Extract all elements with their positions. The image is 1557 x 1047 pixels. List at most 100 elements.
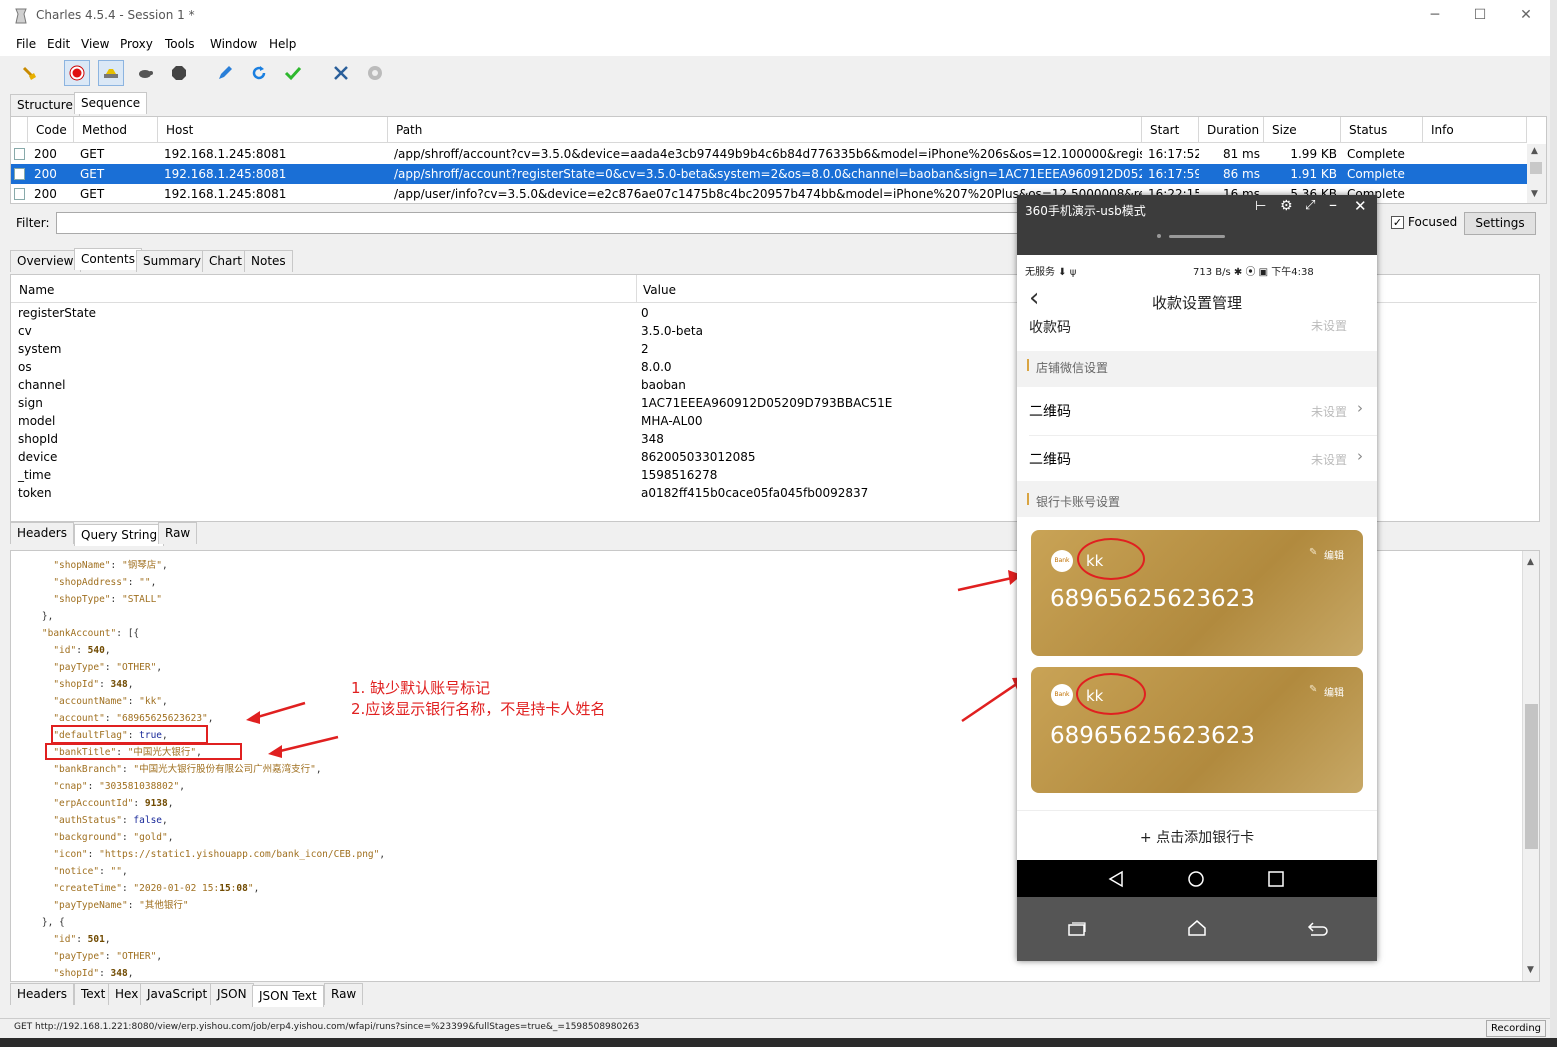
section-wechat-title: 店铺微信设置	[1036, 361, 1109, 375]
menu-window[interactable]: Window	[210, 37, 257, 51]
bank-card-1[interactable]: Bank kk ✎ 编辑 68965625623623	[1031, 530, 1363, 656]
col-duration[interactable]: Duration	[1199, 117, 1264, 143]
menu-file[interactable]: File	[16, 37, 36, 51]
stop-icon[interactable]	[166, 60, 192, 86]
tab-json[interactable]: JSON	[210, 983, 254, 1005]
menu-edit[interactable]: Edit	[47, 37, 70, 51]
toolbar	[10, 56, 1547, 90]
qr-row-1-label[interactable]: 二维码	[1029, 401, 1071, 421]
tab-javascript[interactable]: JavaScript	[140, 983, 215, 1005]
tab-text[interactable]: Text	[74, 983, 113, 1005]
tools-icon[interactable]	[328, 60, 354, 86]
json-scrollbar[interactable]: ▲ ▼	[1522, 551, 1539, 981]
focused-checkbox[interactable]: ✓	[1391, 216, 1404, 229]
col-code[interactable]: Code	[28, 117, 74, 143]
tab-headers[interactable]: Headers	[10, 522, 74, 544]
highlight-bank-title	[45, 743, 242, 760]
phone-settings-icon[interactable]: ⚙	[1280, 198, 1293, 214]
tab-contents[interactable]: Contents	[74, 248, 142, 270]
tab-resp-headers[interactable]: Headers	[10, 983, 74, 1005]
col-path[interactable]: Path	[388, 117, 1142, 143]
edit-card-button[interactable]: 编辑	[1324, 547, 1344, 562]
tab-overview[interactable]: Overview	[10, 250, 81, 272]
qr-row-2-value: 未设置	[1311, 453, 1348, 467]
request-table: Code Method Host Path Start Duration Siz…	[10, 116, 1547, 204]
broom-icon[interactable]	[16, 60, 42, 86]
record-icon[interactable]	[64, 60, 90, 86]
param-name: _time	[18, 468, 52, 482]
bank-card-2[interactable]: Bank kk ✎ 编辑 68965625623623	[1031, 667, 1363, 793]
tab-sequence[interactable]: Sequence	[74, 92, 148, 114]
phone-minimize-icon[interactable]: –	[1329, 195, 1337, 214]
window-title: Charles 4.5.4 - Session 1 *	[36, 8, 195, 22]
android-nav-bar	[1017, 860, 1377, 897]
table-row-selected[interactable]: 200 GET 192.168.1.245:8081 /app/shroff/a…	[11, 164, 1527, 184]
col-start[interactable]: Start	[1142, 117, 1199, 143]
tab-query-string[interactable]: Query String	[74, 524, 165, 546]
tab-notes[interactable]: Notes	[244, 250, 293, 272]
title-bar: Charles 4.5.4 - Session 1 * ─ ☐ ✕	[0, 0, 1557, 32]
col-method[interactable]: Method	[74, 117, 158, 143]
json-line: "accountName": "kk",	[53, 696, 168, 707]
tab-summary[interactable]: Summary	[136, 250, 208, 272]
col-name[interactable]: Name	[11, 275, 637, 303]
pen-icon[interactable]	[212, 60, 238, 86]
drag-handle[interactable]	[1169, 235, 1225, 238]
param-value: 1AC71EEEA960912D05209D793BBAC51E	[641, 396, 893, 410]
recording-indicator[interactable]: Recording	[1486, 1020, 1546, 1037]
android-back-icon[interactable]	[1107, 870, 1125, 888]
json-line: "cnap": "303581038802",	[53, 781, 185, 792]
turtle-icon[interactable]	[132, 60, 158, 86]
edit-icon[interactable]: ✎	[1309, 547, 1317, 558]
android-home-icon[interactable]	[1187, 870, 1205, 888]
tab-raw[interactable]: Raw	[158, 522, 198, 544]
minimize-button[interactable]: ─	[1424, 6, 1446, 24]
json-line: "id": 501,	[53, 934, 111, 945]
col-info[interactable]: Info	[1423, 117, 1527, 143]
pin-icon[interactable]: ⊢	[1255, 199, 1266, 214]
taskbar-strip	[0, 1038, 1557, 1047]
menu-view[interactable]: View	[81, 37, 109, 51]
annotation-arrows	[246, 701, 339, 758]
detail-tabs: Overview Contents Summary Chart Notes	[10, 248, 410, 272]
edit-icon[interactable]: ✎	[1309, 684, 1317, 695]
maximize-button[interactable]: ☐	[1469, 6, 1491, 24]
param-name: shopId	[18, 432, 58, 446]
add-bank-card-button[interactable]: + 点击添加银行卡	[1017, 827, 1377, 847]
throttle-icon[interactable]	[98, 60, 124, 86]
qr-row-partial[interactable]: 收款码	[1029, 317, 1071, 343]
json-line: "shopName": "钢琴店",	[53, 560, 168, 571]
tab-json-text[interactable]: JSON Text	[252, 985, 324, 1007]
refresh-icon[interactable]	[246, 60, 272, 86]
menu-bar: File Edit View Proxy Tools Window Help	[0, 32, 1557, 56]
edit-card-button[interactable]: 编辑	[1324, 684, 1344, 699]
param-value: 3.5.0-beta	[641, 324, 703, 338]
fullscreen-icon[interactable]: ⤢	[1305, 198, 1315, 213]
home-icon[interactable]	[1187, 919, 1207, 937]
col-status[interactable]: Status	[1341, 117, 1423, 143]
multitask-icon[interactable]	[1067, 921, 1087, 937]
tab-chart[interactable]: Chart	[202, 250, 249, 272]
json-line: }, {	[19, 917, 65, 928]
chevron-right-icon: ›	[1357, 399, 1363, 417]
settings-gear-icon[interactable]	[362, 60, 388, 86]
col-host[interactable]: Host	[158, 117, 388, 143]
menu-help[interactable]: Help	[269, 37, 296, 51]
close-button[interactable]: ✕	[1515, 6, 1537, 24]
json-line: "payType": "OTHER",	[53, 951, 163, 962]
section-bank-title: 银行卡账号设置	[1036, 495, 1121, 509]
tab-structure[interactable]: Structure	[10, 94, 80, 116]
tab-resp-raw[interactable]: Raw	[324, 983, 364, 1005]
check-icon[interactable]	[280, 60, 306, 86]
settings-button[interactable]: Settings	[1464, 212, 1536, 235]
table-row[interactable]: 200 GET 192.168.1.245:8081 /app/shroff/a…	[11, 144, 1527, 164]
request-scrollbar[interactable]: ▲ ▼	[1527, 144, 1546, 203]
menu-tools[interactable]: Tools	[165, 37, 195, 51]
android-recents-icon[interactable]	[1267, 870, 1285, 888]
json-line: "payType": "OTHER",	[53, 662, 163, 673]
col-size[interactable]: Size	[1264, 117, 1341, 143]
return-icon[interactable]	[1307, 921, 1329, 937]
qr-row-2-label[interactable]: 二维码	[1029, 449, 1071, 469]
phone-close-icon[interactable]: ✕	[1354, 197, 1367, 215]
menu-proxy[interactable]: Proxy	[120, 37, 153, 51]
